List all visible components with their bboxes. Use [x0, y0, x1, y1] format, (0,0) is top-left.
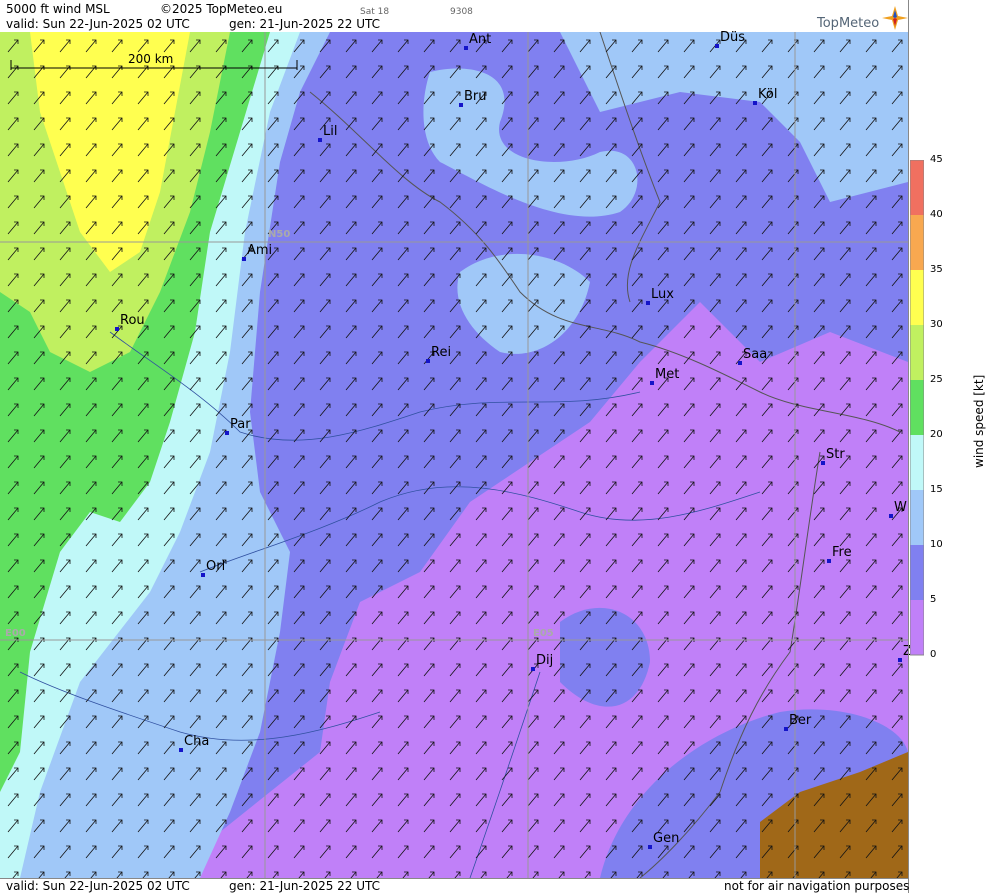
wind-arrows	[0, 32, 908, 878]
city-label[interactable]: Par	[225, 418, 251, 435]
legend-tick: 15	[930, 484, 943, 495]
city-label[interactable]: Düs	[715, 31, 745, 48]
scale-bar-label: 200 km	[128, 52, 174, 66]
legend-colorbar	[910, 160, 924, 656]
footer-valid: valid: Sun 22-Jun-2025 02 UTC	[6, 879, 190, 893]
logo-text: TopMeteo	[817, 16, 880, 31]
city-label[interactable]: Lil	[318, 125, 337, 142]
city-label[interactable]: Met	[650, 368, 679, 385]
city-label[interactable]: Lux	[646, 288, 674, 305]
grid-label-lon5: E05	[533, 628, 554, 639]
legend-title: wind speed [kt]	[972, 374, 986, 468]
city-label[interactable]: Ami	[242, 244, 272, 261]
legend-tick: 45	[930, 154, 943, 165]
grid-label-lon0: E00	[5, 628, 26, 639]
footer-gen: gen: 21-Jun-2025 22 UTC	[229, 879, 381, 893]
legend-tick: 30	[930, 319, 943, 330]
city-label[interactable]: Ant	[464, 33, 491, 50]
city-label[interactable]: Saa	[738, 348, 767, 365]
city-label[interactable]: Cha	[179, 735, 209, 752]
legend-tick: 25	[930, 374, 943, 385]
legend-tick: 35	[930, 264, 943, 275]
city-label[interactable]: Ber	[784, 714, 811, 731]
footer-disclaimer: not for air navigation purposes	[724, 879, 910, 893]
copyright: ©2025 TopMeteo.eu	[160, 2, 283, 16]
legend-tick: 10	[930, 539, 943, 550]
city-label[interactable]: Str	[821, 448, 845, 465]
city-label[interactable]: Fre	[827, 546, 852, 563]
city-label[interactable]: W	[889, 501, 907, 518]
legend-tick: 5	[930, 594, 937, 605]
legend-tick: 0	[930, 649, 937, 660]
wind-map[interactable]	[0, 32, 908, 878]
city-label[interactable]: Rei	[426, 346, 451, 363]
legend-tick: 20	[930, 429, 943, 440]
legend-tick: 40	[930, 209, 943, 220]
gen-time: gen: 21-Jun-2025 22 UTC	[229, 17, 381, 31]
valid-time: valid: Sun 22-Jun-2025 02 UTC	[6, 17, 190, 31]
city-label[interactable]: Rou	[115, 314, 145, 331]
product-title: 5000 ft wind MSL	[6, 2, 110, 16]
city-label[interactable]: Gen	[648, 832, 679, 849]
city-label[interactable]: Dij	[531, 654, 553, 671]
city-label[interactable]: Köl	[753, 88, 777, 105]
city-label[interactable]: Orl	[201, 560, 225, 577]
code-label: 9308	[450, 7, 473, 17]
city-label[interactable]: Bru	[459, 90, 487, 107]
grid-label-lat: N50	[268, 229, 291, 240]
map-frame-divider	[908, 0, 909, 893]
